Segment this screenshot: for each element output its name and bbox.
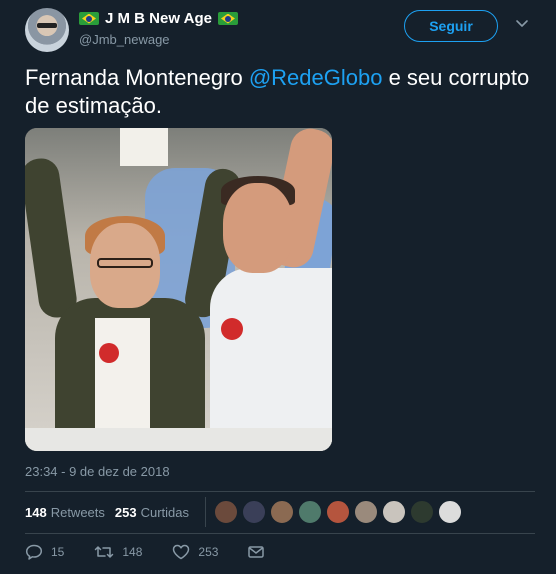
chevron-down-icon[interactable]	[515, 16, 529, 30]
divider	[205, 497, 207, 527]
tweet-text: Fernanda Montenegro @RedeGlobo e seu cor…	[25, 64, 535, 120]
display-name[interactable]: J M B New Age	[105, 10, 212, 27]
photo-banner	[25, 428, 332, 451]
reply-count: 15	[51, 545, 65, 559]
envelope-icon	[248, 546, 265, 558]
retweet-count: 148	[122, 545, 143, 559]
liker-avatar-9[interactable]	[438, 500, 463, 524]
brazil-flag-icon	[79, 12, 99, 25]
avatar-glasses	[37, 23, 57, 28]
reply-icon	[25, 544, 43, 560]
retweet-action[interactable]: 148	[94, 544, 142, 560]
liker-avatar-2[interactable]	[242, 500, 267, 524]
tweet-header: J M B New Age @Jmb_newage Seguir	[25, 8, 535, 52]
likes-label[interactable]: Curtidas	[141, 505, 189, 520]
photo-man-face	[223, 183, 293, 273]
photo-woman-shirt	[95, 318, 150, 428]
retweets-label[interactable]: Retweets	[51, 505, 105, 520]
liker-avatar-8[interactable]	[410, 500, 435, 524]
liker-avatar-6[interactable]	[354, 500, 379, 524]
name-row[interactable]: J M B New Age	[79, 10, 238, 27]
mention-link[interactable]: @RedeGlobo	[249, 65, 383, 90]
divider	[25, 491, 535, 492]
photo-man-shirt	[210, 268, 332, 451]
message-action[interactable]	[248, 545, 272, 559]
likes-count[interactable]: 253	[115, 505, 137, 520]
shirt-logo	[221, 318, 243, 340]
avatar[interactable]	[25, 8, 69, 52]
divider	[25, 533, 535, 534]
reply-action[interactable]: 15	[25, 544, 64, 560]
like-count: 253	[198, 545, 219, 559]
retweet-icon	[95, 546, 114, 558]
tweet-stats: 148 Retweets 253 Curtidas	[25, 497, 466, 527]
like-action[interactable]: 253	[172, 544, 218, 560]
tweet-actions: 15 148 253	[25, 544, 302, 560]
liker-avatar-5[interactable]	[326, 500, 351, 524]
retweets-count[interactable]: 148	[25, 505, 47, 520]
liker-avatar-4[interactable]	[298, 500, 323, 524]
brazil-flag-icon	[217, 12, 238, 25]
protest-sign	[120, 128, 168, 166]
liker-avatars	[214, 500, 466, 524]
user-handle[interactable]: @Jmb_newage	[79, 32, 170, 47]
liker-avatar-1[interactable]	[214, 500, 239, 524]
tweet-text-start: Fernanda Montenegro	[25, 65, 249, 90]
tweet-photo[interactable]	[25, 128, 332, 451]
heart-icon	[173, 544, 190, 560]
follow-button[interactable]: Seguir	[404, 10, 498, 42]
shirt-logo	[99, 343, 119, 363]
photo-woman-glasses	[97, 258, 153, 268]
tweet-timestamp[interactable]: 23:34 - 9 de dez de 2018	[25, 464, 170, 479]
liker-avatar-3[interactable]	[270, 500, 295, 524]
liker-avatar-7[interactable]	[382, 500, 407, 524]
